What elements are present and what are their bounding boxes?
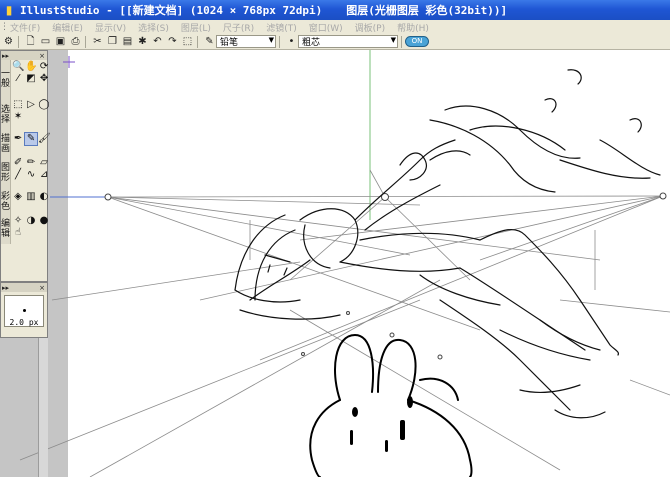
airbrush-icon[interactable]: ✐ (12, 157, 24, 169)
smudge-icon[interactable]: ◑ (25, 215, 37, 227)
rotate-icon[interactable]: ⟳ (38, 61, 50, 73)
window-title: IllustStudio - [[新建文档] (1024 × 768px 72d… (20, 4, 323, 17)
gear-icon[interactable]: ⚙ (2, 35, 15, 48)
finger-icon[interactable]: ☝ (12, 227, 24, 239)
redo-icon[interactable]: ↷ (166, 35, 179, 48)
lasso-icon[interactable]: ◯ (38, 99, 50, 111)
selection-icon[interactable]: ✱ (136, 35, 149, 48)
menu-file[interactable]: 文件(F) (10, 21, 40, 34)
panel-menu-icon[interactable]: ▸▸ (2, 284, 9, 292)
tab-general[interactable]: 一般 (1, 60, 12, 98)
brush-marker: • (288, 36, 295, 47)
close-icon[interactable]: × (39, 284, 45, 292)
paste-icon[interactable]: ▤ (121, 35, 134, 48)
menu-layer[interactable]: 图层(L) (181, 21, 211, 34)
hand-icon[interactable]: ✋ (25, 61, 37, 73)
stamp-icon[interactable]: ⊿ (38, 169, 50, 181)
marker-icon[interactable]: ✏ (25, 157, 37, 169)
copy-icon[interactable]: ❐ (106, 35, 119, 48)
menu-ruler[interactable]: 尺子(R) (223, 21, 254, 34)
cut-icon[interactable]: ✂ (91, 35, 104, 48)
save-icon[interactable]: ▣ (54, 35, 67, 48)
tab-select[interactable]: 选择 (1, 98, 12, 132)
eraser-icon[interactable]: ▱ (38, 157, 50, 169)
zoom-icon[interactable]: 🔍 (12, 61, 24, 73)
toolbar-separator (279, 35, 280, 48)
select-layer-icon[interactable]: ◩ (25, 73, 37, 85)
tab-shape[interactable]: 图形 (1, 156, 12, 190)
pencil-icon: ✎ (205, 36, 214, 47)
undo-icon[interactable]: ↶ (151, 35, 164, 48)
menu-filter[interactable]: 滤镜(T) (266, 21, 297, 34)
main-toolbar: ⚙ 🗋 ▭ ▣ ⎙ ✂ ❐ ▤ ✱ ↶ ↷ ⬚ ✎ 铅笔 ▼ • 粗芯 ▼ ON (0, 34, 670, 50)
menu-bar: ⋮ 文件(F) 编辑(E) 显示(V) 选择(S) 图层(L) 尺子(R) 滤镜… (0, 20, 670, 34)
tool-group-draw: 描画 ✒ ✎ 🖌 (1, 132, 51, 156)
blur-icon[interactable]: ✧ (12, 215, 24, 227)
brush-panel-header: ▸▸ × (1, 283, 47, 292)
toolbar-separator (401, 35, 402, 48)
brush-combo[interactable]: 粗芯 ▼ (298, 35, 398, 48)
dodge-icon[interactable]: ● (38, 215, 50, 227)
title-bar: ▮ IllustStudio - [[新建文档] (1024 × 768px 7… (0, 0, 670, 20)
pen-icon[interactable]: ✒ (12, 133, 24, 145)
transform-icon[interactable]: ⬚ (181, 35, 194, 48)
menu-grip-icon: ⋮ (0, 22, 9, 32)
menu-view[interactable]: 显示(V) (95, 21, 126, 34)
fill-icon[interactable]: ◈ (12, 191, 24, 203)
canvas-page (68, 50, 670, 477)
chevron-down-icon: ▼ (268, 36, 274, 44)
tool-group-general: 一般 🔍 ✋ ⟳ ⁄ ◩ ✥ (1, 60, 50, 98)
print-icon[interactable]: ⎙ (69, 35, 82, 48)
eyedropper-icon[interactable]: ⁄ (12, 73, 24, 85)
tool-group-shape: 图形 ✐ ✏ ▱ ╱ ∿ ⊿ (1, 156, 50, 190)
move-icon[interactable]: ✥ (38, 73, 50, 85)
canvas-margin-inner (50, 50, 68, 477)
tool-panel: ▸▸ × 一般 🔍 ✋ ⟳ ⁄ ◩ ✥ 选择 ⬚ ▷ ◯ ✶ 描画 ✒ ✎ 🖌 … (0, 50, 51, 282)
tool-group-edit: 编辑 ✧ ◑ ● ☝ (1, 214, 50, 244)
rect-select-icon[interactable]: ⬚ (12, 99, 24, 111)
menu-window[interactable]: 窗口(W) (309, 21, 343, 34)
menu-palette[interactable]: 调板(P) (355, 21, 385, 34)
pencil-tool-icon[interactable]: ✎ (24, 132, 39, 146)
magic-wand-icon[interactable]: ✶ (12, 111, 24, 123)
toggle-button[interactable]: ON (405, 36, 429, 47)
panel-menu-icon[interactable]: ▸▸ (2, 52, 9, 60)
layer-info: 图层(光栅图层 彩色(32bit))] (346, 4, 508, 17)
tool-combo[interactable]: 铅笔 ▼ (216, 35, 276, 48)
tab-draw[interactable]: 描画 (1, 132, 12, 156)
open-folder-icon[interactable]: ▭ (39, 35, 52, 48)
toolbar-separator (85, 35, 86, 48)
menu-select[interactable]: 选择(S) (138, 21, 169, 34)
brush-size-panel: ▸▸ × 2.0 px (0, 282, 48, 338)
app-logo-icon: ▮ (5, 3, 13, 17)
new-document-icon[interactable]: 🗋 (24, 35, 37, 48)
gradient-icon[interactable]: ▥ (25, 191, 37, 203)
line-icon[interactable]: ╱ (12, 169, 24, 181)
polygon-select-icon[interactable]: ▷ (25, 99, 37, 111)
curve-icon[interactable]: ∿ (25, 169, 37, 181)
brush-size-label: 2.0 px (9, 318, 39, 327)
drawing-canvas[interactable] (0, 50, 670, 477)
close-icon[interactable]: × (39, 52, 45, 60)
chevron-down-icon: ▼ (390, 36, 396, 44)
tool-panel-header: ▸▸ × (1, 51, 47, 60)
vertical-scrollbar[interactable] (38, 338, 48, 477)
color-fill-icon[interactable]: ◐ (38, 191, 50, 203)
tool-combo-value: 铅笔 (220, 38, 239, 48)
toolbar-separator (18, 35, 19, 48)
brush-dot (23, 309, 26, 312)
menu-help[interactable]: 帮助(H) (397, 21, 429, 34)
toolbar-separator (197, 35, 198, 48)
brush-combo-value: 粗芯 (302, 38, 321, 48)
tab-color[interactable]: 彩色 (1, 190, 12, 214)
brush-icon[interactable]: 🖌 (38, 133, 51, 145)
menu-edit[interactable]: 编辑(E) (52, 21, 83, 34)
tab-edit[interactable]: 编辑 (1, 214, 12, 244)
tool-group-select: 选择 ⬚ ▷ ◯ ✶ (1, 98, 50, 132)
tool-group-color: 彩色 ◈ ▥ ◐ (1, 190, 50, 214)
